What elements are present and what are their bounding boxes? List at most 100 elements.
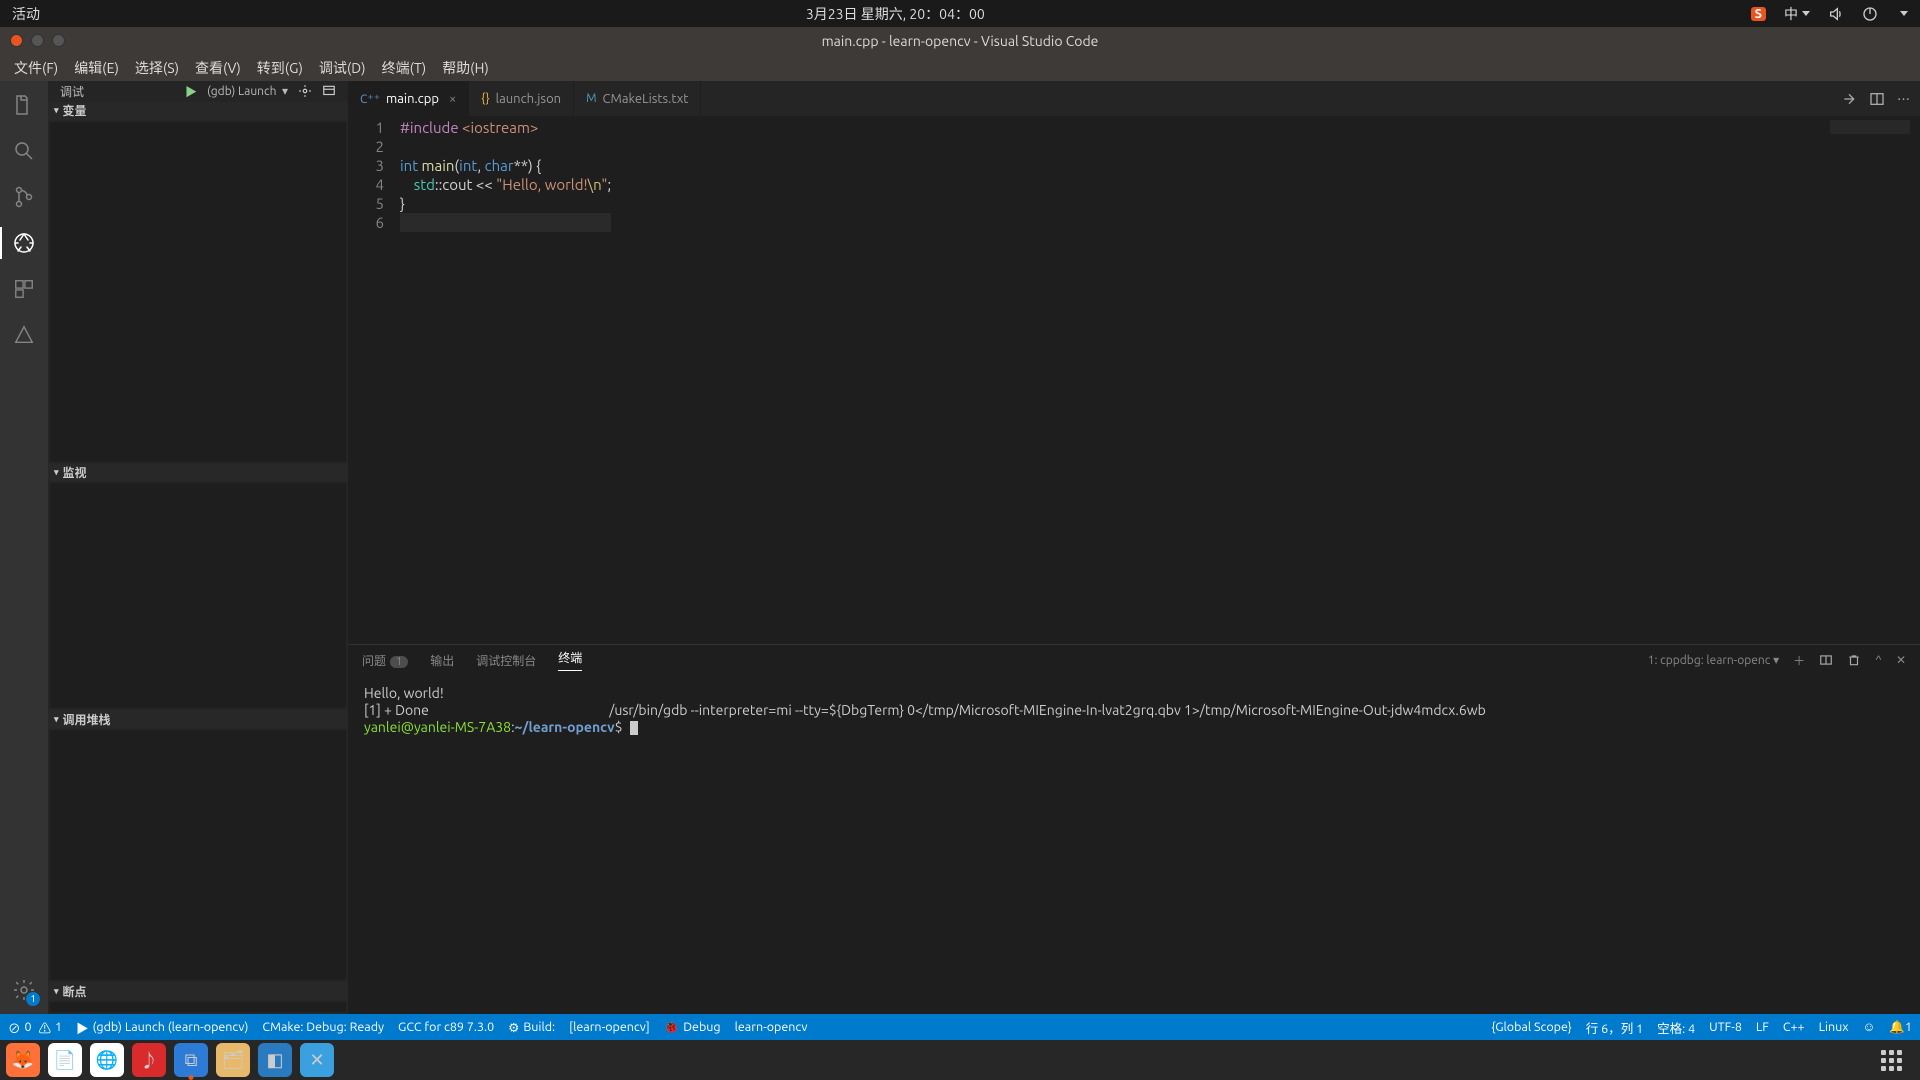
clock[interactable]: 3月23日 星期六, 20：04：00 xyxy=(806,4,985,24)
status-cmake[interactable]: CMake: Debug: Ready xyxy=(262,1020,384,1034)
menu-item[interactable]: 选择(S) xyxy=(127,58,187,78)
menu-item[interactable]: 转到(G) xyxy=(249,58,311,78)
maximize-panel-icon[interactable]: ^ xyxy=(1875,654,1882,667)
status-build[interactable]: ⚙ Build: xyxy=(508,1020,555,1035)
menu-item[interactable]: 帮助(H) xyxy=(434,58,497,78)
menu-item[interactable]: 调试(D) xyxy=(311,58,374,78)
status-encoding[interactable]: UTF-8 xyxy=(1709,1020,1742,1034)
editor-tab[interactable]: M CMakeLists.txt xyxy=(574,81,701,116)
cmake-icon[interactable] xyxy=(10,321,38,349)
compare-changes-icon[interactable] xyxy=(1841,91,1857,107)
dock-chrome[interactable]: 🌐 xyxy=(90,1043,124,1077)
variables-section xyxy=(50,122,346,462)
editor-tabs: C⁺⁺main.cpp×{}launch.jsonMCMakeLists.txt… xyxy=(348,81,1920,116)
menu-item[interactable]: 终端(T) xyxy=(374,58,435,78)
system-tray: S 中 xyxy=(1751,4,1908,24)
dock-app1[interactable]: ◧ xyxy=(258,1043,292,1077)
kill-terminal-icon[interactable] xyxy=(1847,653,1861,667)
status-scope[interactable]: {Global Scope} xyxy=(1491,1020,1571,1034)
window-minimize-button[interactable] xyxy=(31,34,44,47)
status-kit[interactable]: GCC for c89 7.3.0 xyxy=(398,1020,494,1034)
dock-files[interactable]: 🗂 xyxy=(216,1043,250,1077)
close-tab-icon[interactable]: × xyxy=(449,92,456,106)
callstack-section xyxy=(50,730,346,980)
file-icon: {} xyxy=(481,92,489,105)
new-terminal-icon[interactable]: ＋ xyxy=(1793,652,1805,669)
activities-button[interactable]: 活动 xyxy=(12,4,40,24)
terminal-cursor xyxy=(630,721,638,735)
language-indicator[interactable]: 中 xyxy=(1784,4,1810,24)
system-menu-chevron[interactable] xyxy=(1896,11,1908,16)
terminal-output[interactable]: Hello, world! [1] + Done /usr/bin/gdb --… xyxy=(348,675,1920,1014)
dock-libreoffice[interactable]: 📄 xyxy=(48,1043,82,1077)
breakpoints-section-header[interactable]: ▾断点 xyxy=(48,982,348,1000)
terminal-select[interactable]: 1: cppdbg: learn-openc ▾ xyxy=(1648,653,1779,667)
dock-app2[interactable]: ✕ xyxy=(300,1043,334,1077)
status-cursor-pos[interactable]: 行 6，列 1 xyxy=(1586,1018,1643,1037)
search-icon[interactable] xyxy=(10,137,38,165)
status-bell-icon[interactable]: 🔔1 xyxy=(1889,1020,1912,1035)
status-launch-config[interactable]: ▶ (gdb) Launch (learn-opencv) xyxy=(76,1018,248,1037)
status-bar: ⊘ 0 ⚠ 1 ▶ (gdb) Launch (learn-opencv) CM… xyxy=(0,1014,1920,1040)
status-errors[interactable]: ⊘ 0 ⚠ 1 xyxy=(8,1018,62,1037)
dock-vscode[interactable]: ⧉ xyxy=(174,1043,208,1077)
bottom-panel: 问题1 输出 调试控制台 终端 1: cppdbg: learn-openc ▾… xyxy=(348,644,1920,1014)
status-os[interactable]: Linux xyxy=(1819,1020,1849,1034)
gnome-top-bar: 活动 3月23日 星期六, 20：04：00 S 中 xyxy=(0,0,1920,27)
source-control-icon[interactable] xyxy=(10,183,38,211)
minimap[interactable] xyxy=(1810,116,1920,644)
debug-settings-icon[interactable] xyxy=(298,84,312,98)
editor-tab[interactable]: {}launch.json xyxy=(469,81,574,116)
editor-area: C⁺⁺main.cpp×{}launch.jsonMCMakeLists.txt… xyxy=(348,81,1920,1014)
watch-section-header[interactable]: ▾监视 xyxy=(48,464,348,482)
file-icon: M xyxy=(586,92,596,105)
menu-item[interactable]: 查看(V) xyxy=(187,58,249,78)
status-language[interactable]: C++ xyxy=(1783,1020,1805,1034)
editor-tab[interactable]: C⁺⁺main.cpp× xyxy=(348,81,469,116)
status-target[interactable]: [learn-opencv] xyxy=(569,1020,650,1034)
window-titlebar: main.cpp - learn-opencv - Visual Studio … xyxy=(0,27,1920,54)
more-actions-icon[interactable]: ⋯ xyxy=(1897,89,1910,108)
start-debug-button[interactable]: ▶ xyxy=(185,83,197,100)
output-tab[interactable]: 输出 xyxy=(430,652,454,669)
debug-icon[interactable] xyxy=(10,229,38,257)
split-terminal-icon[interactable] xyxy=(1819,653,1833,667)
status-feedback-icon[interactable]: ☺ xyxy=(1863,1020,1876,1034)
status-debug-target[interactable]: learn-opencv xyxy=(735,1020,808,1034)
menu-item[interactable]: 编辑(E) xyxy=(66,58,127,78)
callstack-section-header[interactable]: ▾调用堆栈 xyxy=(48,710,348,728)
debug-console-toggle-icon[interactable] xyxy=(322,84,336,98)
settings-gear-icon[interactable]: 1 xyxy=(10,976,38,1004)
debug-sidebar: 调试 ▶ (gdb) Launch ▾ ▾变量 ▾监视 ▾调用堆栈 ▾断点 xyxy=(48,81,348,1014)
problems-tab[interactable]: 问题1 xyxy=(362,652,408,669)
tab-label: CMakeLists.txt xyxy=(603,92,689,106)
status-indent[interactable]: 空格: 4 xyxy=(1657,1018,1695,1037)
dock-firefox[interactable]: 🦊 xyxy=(6,1043,40,1077)
window-title: main.cpp - learn-opencv - Visual Studio … xyxy=(0,33,1920,49)
power-icon[interactable] xyxy=(1862,6,1878,22)
extensions-icon[interactable] xyxy=(10,275,38,303)
terminal-tab[interactable]: 终端 xyxy=(558,649,582,671)
show-applications-button[interactable] xyxy=(1874,1043,1908,1077)
dock: 🦊📄🌐♪⧉🗂◧✕ xyxy=(0,1040,1920,1080)
volume-icon[interactable] xyxy=(1828,6,1844,22)
window-maximize-button[interactable] xyxy=(52,34,65,47)
split-editor-icon[interactable] xyxy=(1869,91,1885,107)
status-debug[interactable]: 🐞 Debug xyxy=(664,1020,721,1035)
ime-indicator[interactable]: S xyxy=(1751,7,1766,21)
breakpoints-section xyxy=(50,1002,346,1012)
activity-bar: 1 xyxy=(0,81,48,1014)
window-close-button[interactable] xyxy=(10,34,23,47)
menu-item[interactable]: 文件(F) xyxy=(6,58,66,78)
dock-netease[interactable]: ♪ xyxy=(132,1043,166,1077)
launch-config-select[interactable]: (gdb) Launch ▾ xyxy=(207,84,288,98)
status-eol[interactable]: LF xyxy=(1756,1020,1769,1034)
code-editor[interactable]: 123456 #include <iostream>int main(int, … xyxy=(348,116,1920,644)
variables-section-header[interactable]: ▾变量 xyxy=(48,102,348,120)
settings-badge: 1 xyxy=(26,992,40,1006)
debug-console-tab[interactable]: 调试控制台 xyxy=(476,652,536,669)
explorer-icon[interactable] xyxy=(10,91,38,119)
sidebar-title: 调试 xyxy=(60,83,84,100)
tab-label: main.cpp xyxy=(386,92,439,106)
close-panel-icon[interactable]: ✕ xyxy=(1896,653,1906,667)
